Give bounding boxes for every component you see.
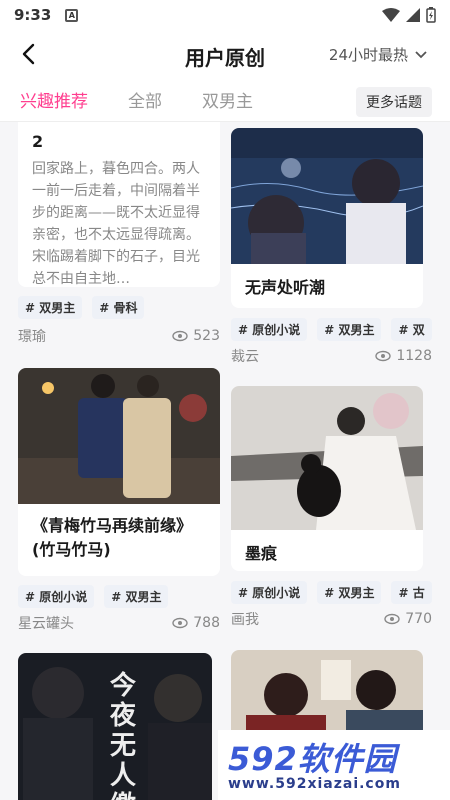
post-card[interactable]: 2 回家路上，暮色四合。两人一前一后走着，中间隔着半步的距离——既不太近显得亲密…	[18, 122, 220, 287]
post-meta: 星云罐头 788	[18, 613, 220, 633]
author-name: 璟瑜	[18, 329, 46, 345]
post-title: 2	[32, 132, 44, 151]
author-name: 画我	[231, 612, 259, 628]
tag-chip[interactable]: # 骨科	[92, 296, 145, 319]
sort-label: 24小时最热	[328, 46, 408, 64]
post-meta: 裁云 1128	[231, 346, 432, 366]
notification-icon: A	[65, 8, 79, 22]
post-meta: 璟瑜 523	[18, 326, 220, 346]
tag-chip[interactable]: # 原创小说	[231, 318, 308, 341]
tag-row: # 双男主 # 骨科	[18, 296, 145, 319]
tag-row: # 原创小说 # 双男主 # 双	[231, 318, 450, 341]
post-title: 墨痕	[245, 544, 278, 563]
watermark: 592软件园 www.592xiazai.com	[218, 730, 450, 800]
tag-chip[interactable]: # 双男主	[317, 318, 382, 341]
tag-chip[interactable]: # 双男主	[104, 585, 169, 608]
tag-chip[interactable]: # 双	[391, 318, 432, 341]
tag-chip[interactable]: # 原创小说	[18, 585, 95, 608]
eye-icon	[384, 613, 400, 625]
tag-row: # 原创小说 # 双男主 # 古	[231, 581, 450, 604]
post-meta: 画我 770	[231, 609, 432, 629]
author-name: 星云罐头	[18, 616, 74, 632]
status-time: 9:33	[14, 6, 52, 24]
status-bar: 9:33 A	[0, 0, 450, 30]
signal-icon	[406, 8, 420, 22]
cover-image	[18, 368, 220, 504]
status-icons	[382, 7, 436, 23]
view-count: 1128	[375, 348, 432, 364]
tab-all[interactable]: 全部	[128, 87, 162, 112]
watermark-logo-text: 592软件园	[228, 740, 397, 778]
cover-image	[231, 128, 423, 264]
battery-icon	[426, 7, 436, 23]
post-excerpt: 回家路上，暮色四合。两人一前一后走着，中间隔着半步的距离——既不太近显得亲密，也…	[32, 161, 200, 287]
more-topics-button[interactable]: 更多话题	[356, 87, 432, 117]
post-title: 《青梅竹马再续前缘》(竹马竹马)	[32, 516, 193, 559]
post-card[interactable]: 墨痕	[231, 386, 423, 571]
tag-row: # 原创小说 # 双男主	[18, 585, 169, 608]
post-card[interactable]: 无声处听潮	[231, 128, 423, 308]
post-card[interactable]: 《青梅竹马再续前缘》(竹马竹马)	[18, 368, 220, 576]
tab-interest-recommend[interactable]: 兴趣推荐	[20, 87, 88, 112]
sort-dropdown[interactable]: 24小时最热	[329, 44, 428, 65]
poster-title: 今夜无人缴	[110, 671, 137, 800]
wifi-icon	[382, 8, 400, 22]
view-count: 770	[384, 611, 432, 627]
view-count-value: 770	[405, 611, 432, 627]
tag-chip[interactable]: # 双男主	[317, 581, 382, 604]
view-count-value: 1128	[396, 348, 432, 364]
tab-bar: 兴趣推荐 全部 双男主 更多话题	[0, 78, 450, 122]
view-count: 523	[172, 328, 220, 344]
post-title: 无声处听潮	[245, 278, 326, 297]
view-count: 788	[172, 615, 220, 631]
tab-double-male[interactable]: 双男主	[202, 87, 253, 112]
eye-icon	[172, 330, 188, 342]
cover-image	[231, 386, 423, 530]
tag-chip[interactable]: # 双男主	[18, 296, 83, 319]
app-root: 9:33 A 用户原创 24小时最热 兴趣推荐 全部 双男主 更多话题 2 回家…	[0, 0, 450, 800]
app-header: 用户原创 24小时最热	[0, 30, 450, 78]
view-count-value: 788	[193, 615, 220, 631]
eye-icon	[172, 617, 188, 629]
tag-chip[interactable]: # 古	[391, 581, 432, 604]
post-card[interactable]: 今夜无人缴	[18, 653, 212, 800]
view-count-value: 523	[193, 328, 220, 344]
feed: 2 回家路上，暮色四合。两人一前一后走着，中间隔着半步的距离——既不太近显得亲密…	[0, 122, 450, 800]
eye-icon	[375, 350, 392, 362]
watermark-url: www.592xiazai.com	[228, 776, 401, 792]
tag-chip[interactable]: # 原创小说	[231, 581, 308, 604]
author-name: 裁云	[231, 349, 259, 365]
chevron-down-icon	[415, 50, 427, 58]
